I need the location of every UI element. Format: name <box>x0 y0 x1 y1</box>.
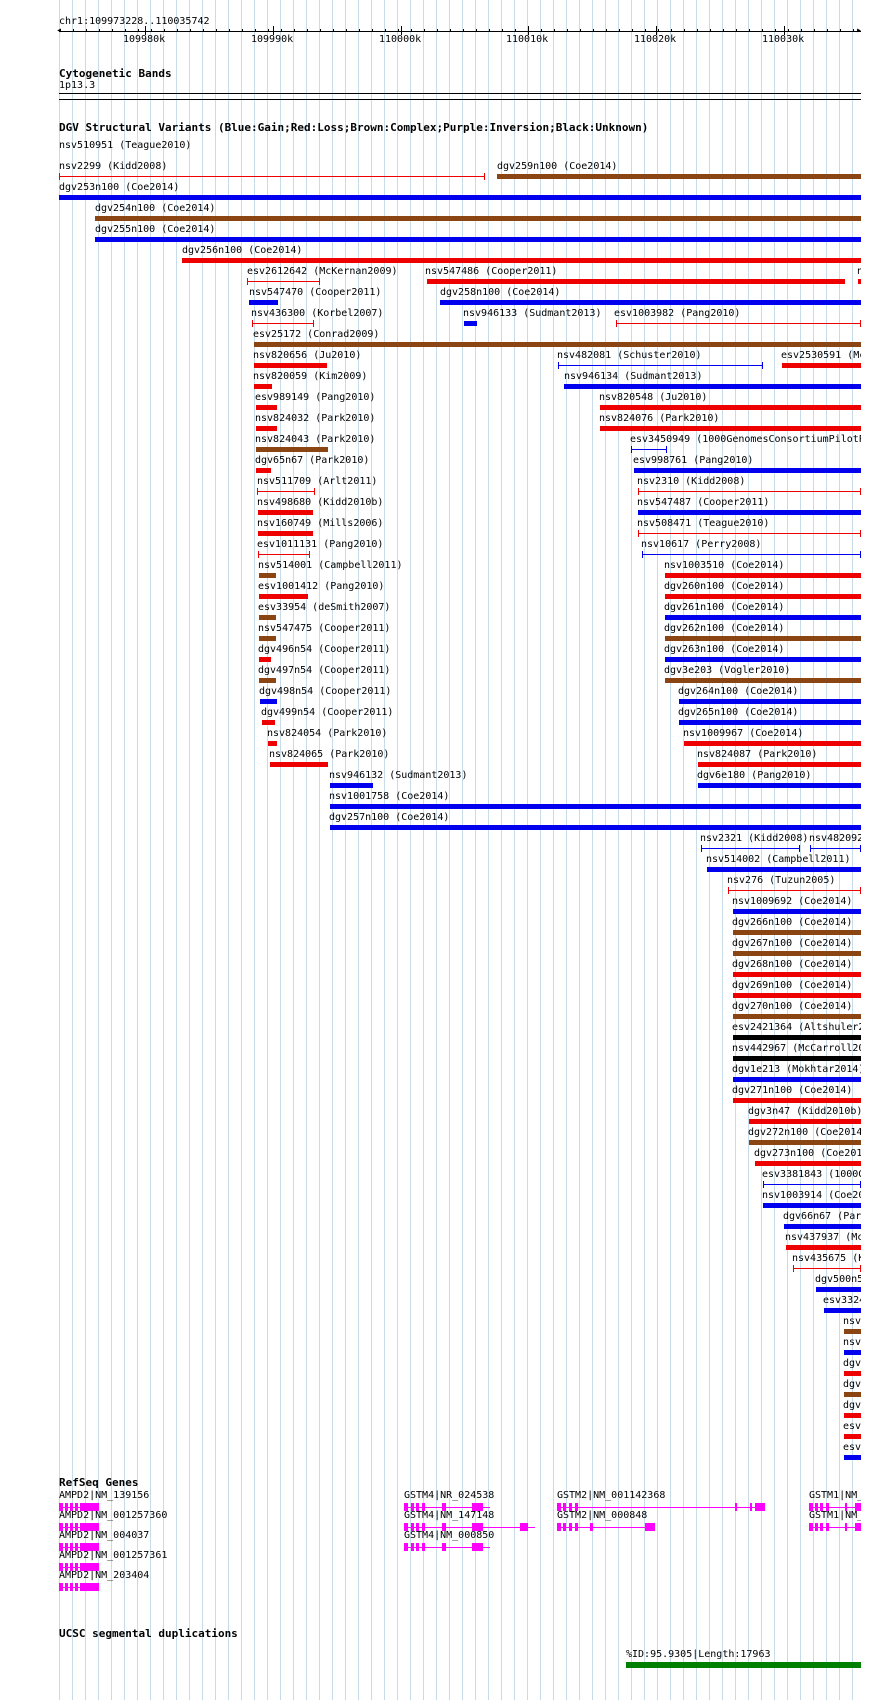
refseq-exon[interactable] <box>416 1543 419 1551</box>
segdup-label: %ID:95.9305|Length:17963 <box>626 1649 771 1660</box>
refseq-exon[interactable] <box>826 1523 829 1531</box>
refseq-exon[interactable] <box>65 1583 68 1591</box>
refseq-gene-label: AMPD2|NM_001257361 <box>59 1550 168 1561</box>
refseq-gene-label: AMPD2|NM_004037 <box>59 1530 150 1541</box>
refseq-exon[interactable] <box>75 1583 78 1591</box>
refseq-exon[interactable] <box>590 1523 593 1531</box>
refseq-gene-label: AMPD2|NM_203404 <box>59 1570 150 1581</box>
refseq-exon[interactable] <box>59 1583 63 1591</box>
refseq-exon[interactable] <box>411 1543 414 1551</box>
refseq-gene-label: GSTM4|NM_000850 <box>404 1530 495 1541</box>
refseq-exon[interactable] <box>845 1523 847 1531</box>
refseq-exon[interactable] <box>557 1523 561 1531</box>
refseq-exon[interactable] <box>520 1523 528 1531</box>
refseq-exon[interactable] <box>815 1523 818 1531</box>
refseq-exon[interactable] <box>442 1543 446 1551</box>
refseq-exon[interactable] <box>404 1543 408 1551</box>
refseq-intron-line[interactable] <box>557 1507 765 1508</box>
refseq-exon[interactable] <box>422 1543 425 1551</box>
refseq-exon[interactable] <box>569 1523 572 1531</box>
refseq-gene-label: AMPD2|NM_139156 <box>59 1490 150 1501</box>
refseq-gene-label: GSTM1|NM_00050 <box>809 1490 861 1501</box>
refseq-exon[interactable] <box>575 1523 578 1531</box>
segdup-feature[interactable] <box>626 1662 861 1668</box>
genome-browser-image: chr1:109973228..110035742 109980k 109990k… <box>0 0 890 1700</box>
refseq-exon[interactable] <box>563 1523 566 1531</box>
refseq-gene-label: AMPD2|NM_001257360 <box>59 1510 168 1521</box>
segdup-track-title: UCSC segmental duplications <box>59 1627 238 1640</box>
refseq-exon[interactable] <box>645 1523 655 1531</box>
refseq-exon[interactable] <box>80 1583 99 1591</box>
refseq-gene-label: GSTM4|NR_024538 <box>404 1490 495 1501</box>
refseq-exon[interactable] <box>855 1523 861 1531</box>
refseq-gene-label: GSTM1|NM_14643 <box>809 1510 861 1521</box>
refseq-exon[interactable] <box>755 1503 765 1511</box>
refseq-exon[interactable] <box>472 1543 483 1551</box>
refseq-exon[interactable] <box>735 1503 737 1511</box>
refseq-gene-label: GSTM4|NM_147148 <box>404 1510 495 1521</box>
refseq-exon[interactable] <box>750 1503 752 1511</box>
refseq-gene-label: GSTM2|NM_000848 <box>557 1510 648 1521</box>
refseq-exon[interactable] <box>70 1583 73 1591</box>
refseq-exon[interactable] <box>820 1523 823 1531</box>
refseq-track: AMPD2|NM_139156 AMPD2|NM_001257360 AMPD2|N… <box>0 0 861 1700</box>
refseq-exon[interactable] <box>809 1523 813 1531</box>
refseq-gene-label: GSTM2|NM_001142368 <box>557 1490 666 1501</box>
